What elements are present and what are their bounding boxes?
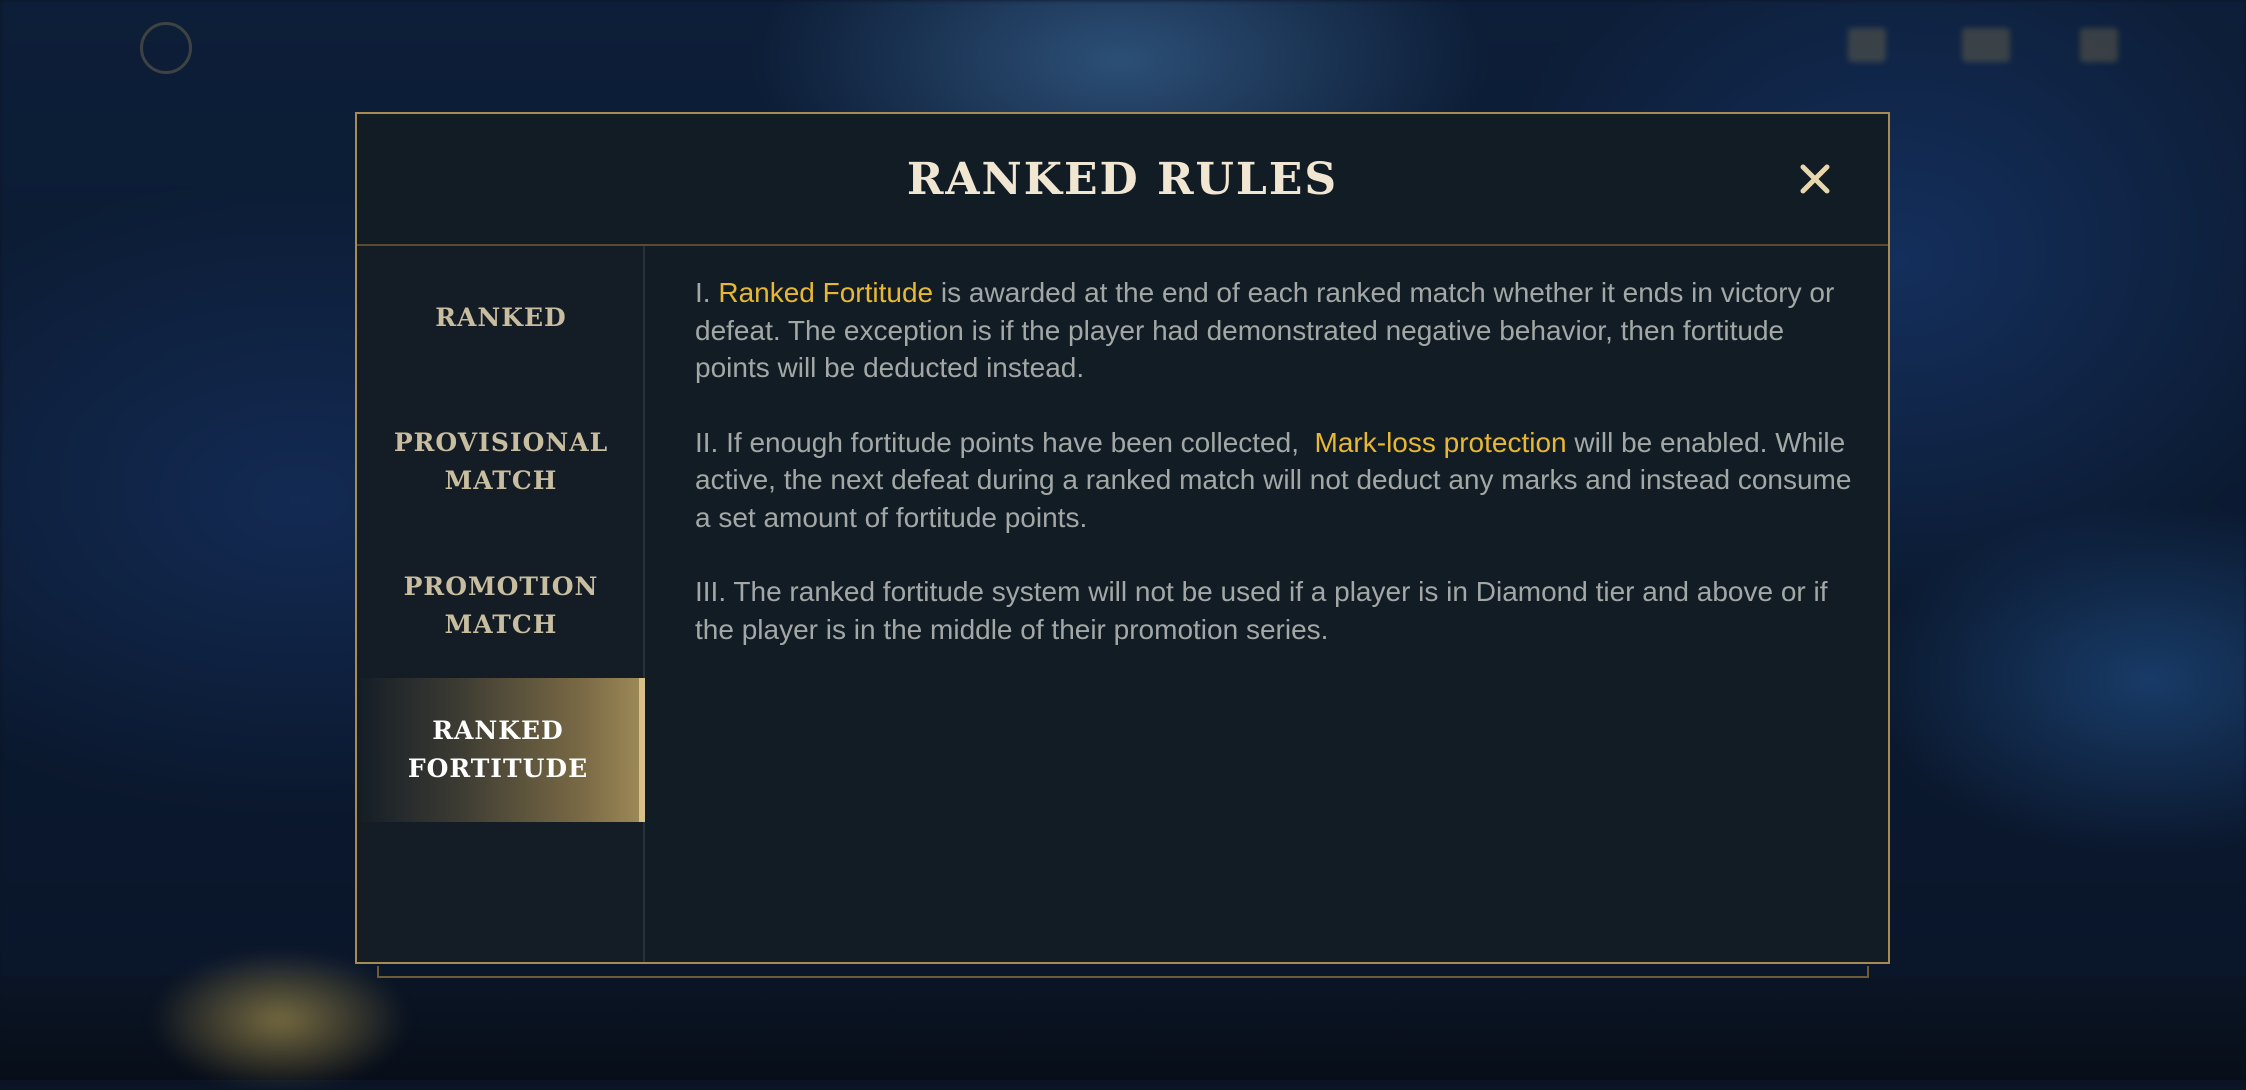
blurred-bottom-glow: [150, 950, 410, 1090]
blurred-logo: [140, 22, 192, 74]
close-icon: [1800, 164, 1830, 194]
rule-text: II. If enough fortitude points have been…: [695, 426, 1315, 458]
blurred-top-icon: [1962, 28, 2010, 62]
rule-text: III. The ranked fortitude system will no…: [695, 576, 1828, 645]
sidebar-item-promotion-match[interactable]: PROMOTION MATCH: [357, 534, 645, 678]
rule-paragraph: III. The ranked fortitude system will no…: [695, 573, 1855, 648]
sidebar-item-ranked[interactable]: RANKED: [357, 246, 645, 390]
rule-highlight: Mark-loss protection: [1314, 426, 1567, 458]
sidebar-item-label: PROMOTION MATCH: [403, 572, 599, 639]
rule-highlight: Ranked Fortitude: [718, 277, 934, 308]
rules-content: I. Ranked Fortitude is awarded at the en…: [695, 274, 1855, 685]
modal-title: RANKED RULES: [906, 154, 1339, 205]
blurred-top-icon: [2080, 28, 2118, 62]
sidebar-item-ranked-fortitude[interactable]: RANKED FORTITUDE: [357, 678, 645, 822]
sidebar-item-label: RANKED: [435, 303, 567, 332]
sidebar-item-label: RANKED FORTITUDE: [407, 716, 589, 783]
rule-paragraph: II. If enough fortitude points have been…: [695, 424, 1855, 537]
rule-text: I.: [695, 277, 719, 308]
modal-base-trim: [377, 966, 1869, 978]
sidebar-item-label: PROVISIONAL MATCH: [393, 428, 609, 495]
ranked-rules-modal: RANKED RULES RANKED PROVISIONAL MATCH PR…: [355, 112, 1890, 964]
blurred-top-bar: [0, 0, 2246, 110]
close-button[interactable]: [1790, 154, 1840, 204]
sidebar-item-provisional-match[interactable]: PROVISIONAL MATCH: [357, 390, 645, 534]
blurred-top-icon: [1848, 28, 1886, 62]
rule-paragraph: I. Ranked Fortitude is awarded at the en…: [695, 274, 1855, 387]
rules-sidebar: RANKED PROVISIONAL MATCH PROMOTION MATCH…: [357, 246, 645, 962]
modal-header: RANKED RULES: [357, 114, 1888, 246]
